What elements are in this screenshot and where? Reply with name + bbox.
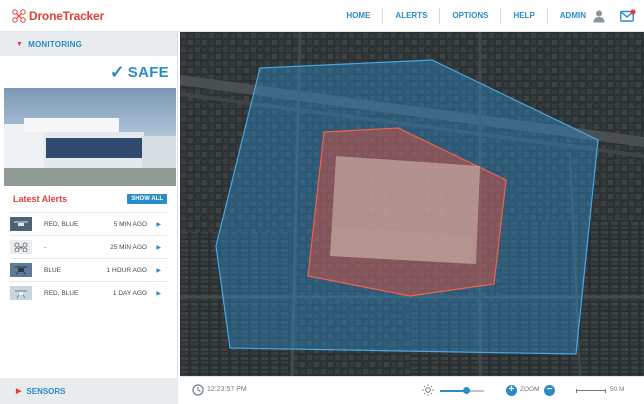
alerts-title: Latest Alerts [13, 194, 68, 204]
alert-row[interactable]: RED, BLUE 5 MIN AGO ▶ [10, 212, 167, 235]
checkmark-icon: ✓ [109, 61, 125, 82]
alert-row[interactable]: - 25 MIN AGO ▶ [10, 235, 167, 258]
drone-icon [15, 266, 27, 275]
ground [4, 168, 176, 186]
logo[interactable]: DroneTracker [12, 8, 104, 24]
mail-icon[interactable] [620, 9, 636, 22]
drone-thumbnail [10, 286, 32, 300]
alert-time: 1 DAY AGO [112, 289, 147, 297]
current-time: 12:23:57 PM [207, 386, 247, 393]
window-band [46, 138, 142, 158]
alerts-header: Latest Alerts SHOW ALL [0, 186, 177, 212]
building-shape [142, 136, 176, 168]
drone-tracker-app: DroneTracker HOME ALERTS OPTIONS HELP AD… [0, 0, 644, 404]
nav-help[interactable]: HELP [500, 8, 546, 24]
zoom-out-button[interactable]: − [544, 385, 555, 396]
status-text: SAFE [127, 63, 169, 81]
clock-icon [192, 384, 204, 396]
sensors-label: SENSORS [26, 386, 66, 396]
chevron-down-icon: ▼ [16, 40, 24, 48]
zoom-label: ZOOM [520, 386, 540, 393]
map-controls-bar: 12:23:57 PM + ZOOM − 50 M [180, 376, 644, 404]
alert-label: BLUE [44, 266, 61, 274]
chevron-right-icon: ▶ [156, 221, 161, 228]
show-all-button[interactable]: SHOW ALL [127, 194, 167, 204]
alert-label: RED, BLUE [44, 220, 79, 228]
alert-label: - [44, 243, 47, 251]
map-canvas[interactable] [180, 32, 644, 376]
sensors-section-header[interactable]: ▶ SENSORS [0, 378, 178, 404]
zoom-in-button[interactable]: + [506, 385, 517, 396]
monitoring-section-header[interactable]: ▼ MONITORING [0, 32, 177, 56]
safety-status: ✓ SAFE [0, 56, 177, 88]
nav-alerts[interactable]: ALERTS [382, 8, 439, 24]
user-icon[interactable] [592, 9, 606, 23]
sidebar: ▼ MONITORING ✓ SAFE Latest Alerts SHOW A… [0, 32, 178, 404]
scale-bar [576, 389, 606, 393]
alert-time: 5 MIN AGO [113, 220, 147, 228]
chevron-right-icon: ▶ [16, 388, 22, 395]
alert-time: 1 HOUR AGO [106, 266, 147, 274]
brightness-icon [422, 384, 434, 396]
nav-options[interactable]: OPTIONS [439, 8, 500, 24]
top-navigation-bar: DroneTracker HOME ALERTS OPTIONS HELP AD… [0, 0, 644, 32]
nav-admin[interactable]: ADMIN [546, 8, 598, 24]
chevron-right-icon: ▶ [156, 290, 161, 297]
main-nav: HOME ALERTS OPTIONS HELP ADMIN [334, 0, 606, 32]
drone-logo-icon [12, 9, 26, 23]
alert-time: 25 MIN AGO [110, 243, 147, 251]
drone-thumbnail [10, 240, 32, 254]
chevron-right-icon: ▶ [156, 244, 161, 251]
scale-label: 50 M [610, 386, 625, 393]
logo-text: DroneTracker [29, 9, 104, 23]
site-photo [4, 88, 176, 186]
drone-icon [14, 221, 28, 226]
brightness-slider[interactable] [440, 387, 484, 394]
satellite-map[interactable] [180, 32, 644, 376]
building-shape [24, 118, 119, 132]
drone-thumbnail [10, 263, 32, 277]
nav-home[interactable]: HOME [334, 8, 382, 24]
alert-row[interactable]: BLUE 1 HOUR AGO ▶ [10, 258, 167, 281]
chevron-right-icon: ▶ [156, 267, 161, 274]
monitoring-label: MONITORING [28, 39, 82, 49]
slider-knob[interactable] [462, 387, 470, 394]
drone-thumbnail [10, 217, 32, 231]
alert-label: RED, BLUE [44, 289, 79, 297]
alert-row[interactable]: RED, BLUE 1 DAY AGO ▶ [10, 281, 167, 304]
drone-icon [14, 242, 28, 252]
drone-icon [15, 290, 27, 298]
